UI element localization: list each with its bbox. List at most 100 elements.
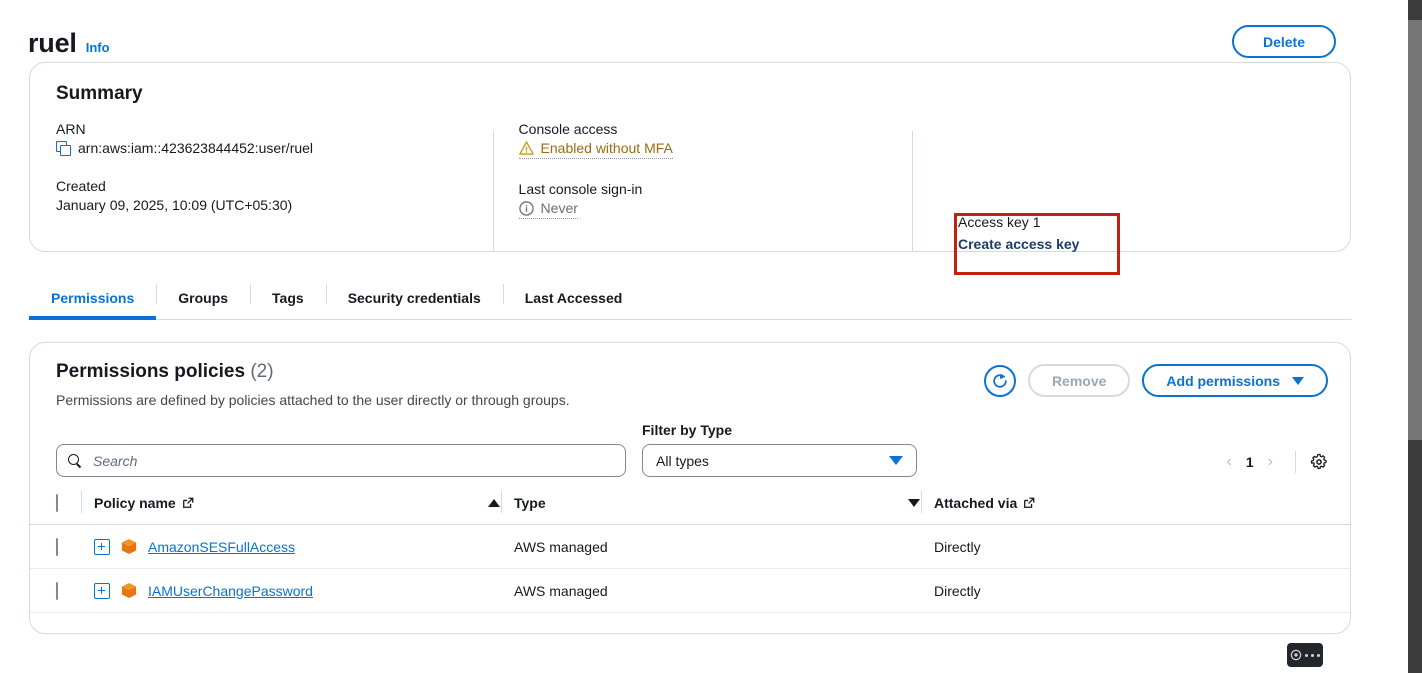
refresh-button[interactable]	[983, 364, 1016, 397]
row-select-cell	[30, 568, 94, 613]
policy-type-cell: AWS managed	[514, 524, 934, 569]
policies-title: Permissions policies (2)	[56, 361, 984, 383]
badge-dot	[1317, 653, 1320, 657]
row-checkbox[interactable]	[56, 537, 58, 556]
tab-tags[interactable]: Tags	[250, 276, 326, 319]
filter-wrapper: Filter by Type All types	[642, 422, 917, 477]
policy-name-header-label: Policy name	[94, 495, 176, 511]
gear-icon[interactable]	[1310, 453, 1328, 471]
attached-via-header-label: Attached via	[934, 495, 1018, 511]
tab-last-accessed[interactable]: Last Accessed	[502, 276, 645, 319]
console-access-text: Enabled without MFA	[540, 140, 673, 156]
chevron-down-icon	[889, 456, 903, 465]
add-permissions-button[interactable]: Add permissions	[1142, 364, 1328, 397]
search-icon	[68, 453, 82, 468]
remove-button[interactable]: Remove	[1027, 364, 1131, 397]
pagination-previous[interactable]: ‹	[1219, 453, 1240, 471]
row-checkbox[interactable]	[56, 581, 58, 600]
created-value: January 09, 2025, 10:09 (UTC+05:30)	[56, 197, 293, 213]
permissions-policies-card: Permissions policies (2) Permissions are…	[29, 342, 1351, 634]
policies-actions: Remove Add permissions	[983, 361, 1328, 397]
policies-title-text: Permissions policies	[56, 361, 246, 382]
header-divider	[81, 491, 82, 513]
search-box[interactable]	[56, 444, 626, 477]
tab-bar: Permissions Groups Tags Security credent…	[28, 276, 1352, 320]
arn-field: ARN arn:aws:iam::423623844452:user/ruel	[56, 121, 493, 156]
tab-security-credentials[interactable]: Security credentials	[325, 276, 503, 319]
policy-link[interactable]: IAMUserChangePassword	[148, 583, 313, 599]
table-row: AmazonSESFullAccess AWS managed Directly	[30, 524, 1350, 569]
policy-attached-via-cell: Directly	[934, 524, 1350, 569]
page-scrollbar-thumb[interactable]	[1408, 20, 1422, 440]
create-access-key-link[interactable]: Create access key	[958, 236, 1079, 252]
search-input[interactable]	[91, 451, 614, 470]
policy-link[interactable]: AmazonSESFullAccess	[148, 539, 295, 555]
summary-column-identity: ARN arn:aws:iam::423623844452:user/ruel …	[30, 121, 493, 241]
page-root: ruel Info Delete Summary ARN arn:aws:iam…	[0, 0, 1422, 673]
type-header[interactable]: Type	[501, 491, 934, 525]
last-signin-label: Last console sign-in	[518, 181, 643, 197]
select-all-checkbox[interactable]	[56, 494, 58, 512]
policies-header: Permissions policies (2) Permissions are…	[30, 343, 1350, 408]
policies-header-text: Permissions policies (2) Permissions are…	[56, 361, 984, 408]
header-divider	[921, 491, 922, 513]
chevron-down-icon	[1292, 376, 1304, 385]
policy-cube-icon	[121, 538, 137, 555]
row-select-cell	[30, 524, 94, 569]
delete-button[interactable]: Delete	[1232, 25, 1336, 58]
console-access-status[interactable]: Enabled without MFA	[518, 140, 673, 159]
expand-row-icon[interactable]	[94, 538, 110, 555]
created-label: Created	[56, 178, 106, 194]
filter-by-type-label: Filter by Type	[642, 422, 732, 438]
tab-groups[interactable]: Groups	[156, 276, 250, 319]
pagination-page-number[interactable]: 1	[1246, 454, 1254, 470]
pagination-divider	[1295, 451, 1296, 473]
console-access-value-row: Enabled without MFA	[518, 140, 913, 159]
policy-name-cell-inner: IAMUserChangePassword	[94, 582, 514, 599]
copy-icon[interactable]	[56, 140, 71, 156]
table-header-row: Policy name Type Attached via	[30, 491, 1350, 525]
last-signin-status[interactable]: Never	[518, 200, 578, 219]
expand-row-icon[interactable]	[94, 582, 110, 599]
last-signin-text: Never	[540, 200, 578, 216]
policy-name-cell: AmazonSESFullAccess	[94, 524, 514, 569]
info-link[interactable]: Info	[86, 40, 110, 55]
policy-name-cell: IAMUserChangePassword	[94, 568, 514, 613]
filter-type-select[interactable]: All types	[642, 444, 917, 477]
pagination: ‹ 1 ›	[1219, 451, 1328, 473]
console-access-label: Console access	[518, 121, 618, 137]
last-signin-field: Last console sign-in Never	[518, 181, 913, 219]
external-link-icon	[182, 497, 194, 508]
policy-name-header-inner: Policy name	[81, 491, 514, 513]
summary-heading: Summary	[56, 83, 143, 104]
external-link-icon	[1024, 497, 1035, 508]
arn-value-row: arn:aws:iam::423623844452:user/ruel	[56, 140, 493, 156]
sort-descending-icon[interactable]	[908, 499, 920, 507]
warning-icon	[518, 141, 534, 155]
page-scrollbar-track[interactable]	[1408, 0, 1422, 673]
table-row: IAMUserChangePassword AWS managed Direct…	[30, 568, 1350, 613]
policies-table-head: Policy name Type Attached via	[30, 491, 1350, 525]
attached-via-header-inner: Attached via	[921, 491, 1350, 513]
policies-count: (2)	[250, 361, 274, 382]
refresh-icon	[993, 373, 1007, 388]
policy-attached-via-cell: Directly	[934, 568, 1350, 613]
header-divider	[501, 491, 502, 513]
extension-badge[interactable]	[1287, 643, 1323, 667]
select-all-header	[30, 493, 94, 525]
policy-name-header[interactable]: Policy name	[81, 491, 514, 525]
policies-description: Permissions are defined by policies atta…	[56, 392, 570, 408]
arn-value: arn:aws:iam::423623844452:user/ruel	[78, 140, 314, 156]
filter-row: Filter by Type All types ‹ 1 ›	[30, 408, 1350, 477]
access-key-label: Access key 1	[958, 214, 1041, 230]
page-title: ruel	[28, 28, 77, 58]
summary-card: Summary ARN arn:aws:iam::423623844452:us…	[29, 62, 1351, 275]
type-header-label: Type	[514, 495, 546, 511]
pagination-next[interactable]: ›	[1260, 453, 1281, 471]
summary-columns: ARN arn:aws:iam::423623844452:user/ruel …	[30, 105, 1350, 251]
policy-cube-icon	[121, 582, 137, 599]
tab-permissions[interactable]: Permissions	[29, 276, 157, 320]
sort-ascending-icon[interactable]	[488, 499, 500, 507]
add-permissions-label: Add permissions	[1166, 372, 1280, 389]
policy-type-cell: AWS managed	[514, 568, 934, 613]
